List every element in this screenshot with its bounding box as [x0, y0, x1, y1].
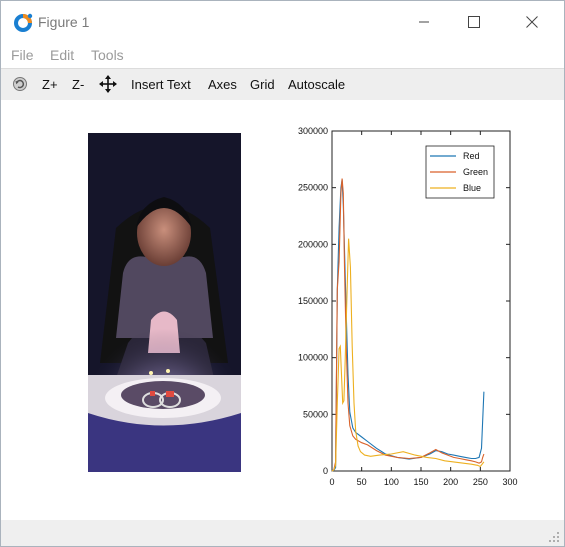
- status-bar: [1, 520, 564, 546]
- birthday-photo: [88, 133, 241, 472]
- menu-edit[interactable]: Edit: [50, 47, 74, 63]
- y-tick-label: 250000: [298, 183, 328, 193]
- minimize-icon: [419, 21, 429, 23]
- y-tick-label: 150000: [298, 296, 328, 306]
- octave-app-icon: [14, 13, 33, 32]
- window-title: Figure 1: [38, 14, 90, 30]
- title-bar: Figure 1: [1, 1, 564, 43]
- toolbar: Z+ Z- Insert Text Axes Grid Autoscale: [1, 68, 564, 101]
- legend-label-blue: Blue: [463, 183, 481, 193]
- menu-tools[interactable]: Tools: [91, 47, 124, 63]
- y-tick-label: 0: [323, 466, 328, 476]
- autoscale-button[interactable]: Autoscale: [288, 77, 345, 92]
- insert-text-button[interactable]: Insert Text: [131, 77, 191, 92]
- rotate-icon[interactable]: [12, 76, 28, 92]
- axes-button[interactable]: Axes: [208, 77, 237, 92]
- close-icon: [526, 16, 538, 28]
- menu-bar: File Edit Tools: [1, 43, 564, 67]
- legend-label-green: Green: [463, 167, 488, 177]
- y-tick-label: 300000: [298, 126, 328, 136]
- figure-window: Figure 1 File Edit Tools Z+ Z- Insert Te…: [0, 0, 565, 547]
- histogram-chart: 0 50 100 150 200 250 300 0 50000 100000 150000 2000…: [298, 126, 518, 487]
- x-tick-label: 250: [473, 477, 488, 487]
- menu-file[interactable]: File: [11, 47, 34, 63]
- resize-grip-icon[interactable]: [548, 531, 560, 543]
- legend-label-red: Red: [463, 151, 480, 161]
- minimize-button[interactable]: [401, 1, 447, 43]
- x-tick-label: 50: [357, 477, 367, 487]
- y-tick-label: 100000: [298, 353, 328, 363]
- x-tick-label: 100: [384, 477, 399, 487]
- maximize-icon: [468, 16, 480, 28]
- y-tick-label: 50000: [303, 409, 328, 419]
- x-tick-label: 150: [413, 477, 428, 487]
- x-tick-label: 200: [443, 477, 458, 487]
- y-tick-label: 200000: [298, 239, 328, 249]
- x-tick-label: 300: [502, 477, 517, 487]
- pan-icon[interactable]: [99, 75, 117, 93]
- grid-button[interactable]: Grid: [250, 77, 275, 92]
- x-tick-label: 0: [329, 477, 334, 487]
- zoom-out-button[interactable]: Z-: [72, 77, 84, 92]
- maximize-button[interactable]: [451, 1, 497, 43]
- close-button[interactable]: [509, 1, 555, 43]
- zoom-in-button[interactable]: Z+: [42, 77, 58, 92]
